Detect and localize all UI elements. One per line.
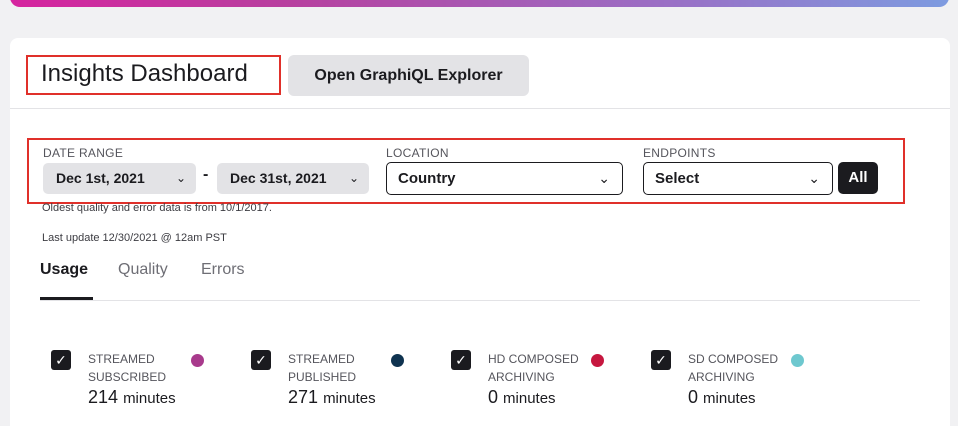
metric-streamed-subscribed: ✓ STREAMED SUBSCRIBED 214 minutes (51, 348, 241, 408)
page-title: Insights Dashboard (26, 55, 281, 95)
metric-label: STREAMED SUBSCRIBED (88, 352, 167, 384)
date-range-label: DATE RANGE (43, 146, 124, 160)
metric-value: 0 minutes (488, 387, 556, 407)
metric-streamed-published: ✓ STREAMED PUBLISHED 271 minutes (251, 348, 441, 408)
location-label: LOCATION (386, 146, 449, 160)
date-start-value: Dec 1st, 2021 (56, 170, 145, 186)
series-color-dot (591, 354, 604, 367)
tab-bar: Usage Quality Errors (40, 260, 920, 301)
date-start-picker[interactable]: Dec 1st, 2021 ⌄ (43, 163, 196, 194)
location-select[interactable]: Country ⌄ (386, 162, 623, 195)
date-separator: - (203, 166, 209, 183)
metric-label: HD COMPOSED ARCHIVING (488, 352, 579, 384)
dashboard-card: Insights Dashboard Open GraphiQL Explore… (10, 38, 950, 426)
series-color-dot (391, 354, 404, 367)
tab-usage[interactable]: Usage (40, 260, 93, 300)
series-color-dot (191, 354, 204, 367)
endpoints-select[interactable]: Select ⌄ (643, 162, 833, 195)
metric-value: 214 minutes (88, 387, 176, 407)
filter-bar: DATE RANGE Dec 1st, 2021 ⌄ - Dec 31st, 2… (27, 138, 905, 204)
checkmark-icon[interactable]: ✓ (451, 350, 471, 370)
tab-quality[interactable]: Quality (118, 260, 168, 300)
location-value: Country (398, 170, 456, 187)
metric-sd-composed-archiving: ✓ SD COMPOSED ARCHIVING 0 minutes (651, 348, 841, 408)
metric-hd-composed-archiving: ✓ HD COMPOSED ARCHIVING 0 minutes (451, 348, 641, 408)
metric-value: 0 minutes (688, 387, 756, 407)
last-update-note: Last update 12/30/2021 @ 12am PST (42, 232, 227, 244)
metric-label: SD COMPOSED ARCHIVING (688, 352, 779, 384)
date-end-value: Dec 31st, 2021 (230, 170, 327, 186)
metric-value: 271 minutes (288, 387, 376, 407)
checkmark-icon[interactable]: ✓ (651, 350, 671, 370)
oldest-data-note: Oldest quality and error data is from 10… (42, 202, 272, 214)
open-graphiql-button[interactable]: Open GraphiQL Explorer (288, 55, 529, 96)
endpoints-value: Select (655, 170, 700, 187)
chevron-down-icon: ⌄ (808, 170, 820, 186)
series-color-dot (791, 354, 804, 367)
metric-label: STREAMED PUBLISHED (288, 352, 357, 384)
all-endpoints-button[interactable]: All (838, 162, 878, 194)
endpoints-label: ENDPOINTS (643, 146, 716, 160)
tab-errors[interactable]: Errors (201, 260, 245, 300)
checkmark-icon[interactable]: ✓ (251, 350, 271, 370)
chevron-down-icon: ⌄ (175, 171, 186, 185)
chevron-down-icon: ⌄ (348, 171, 359, 185)
chevron-down-icon: ⌄ (598, 170, 610, 186)
title-row: Insights Dashboard Open GraphiQL Explore… (10, 38, 950, 109)
date-end-picker[interactable]: Dec 31st, 2021 ⌄ (217, 163, 369, 194)
checkmark-icon[interactable]: ✓ (51, 350, 71, 370)
brand-gradient-bar (10, 0, 949, 7)
